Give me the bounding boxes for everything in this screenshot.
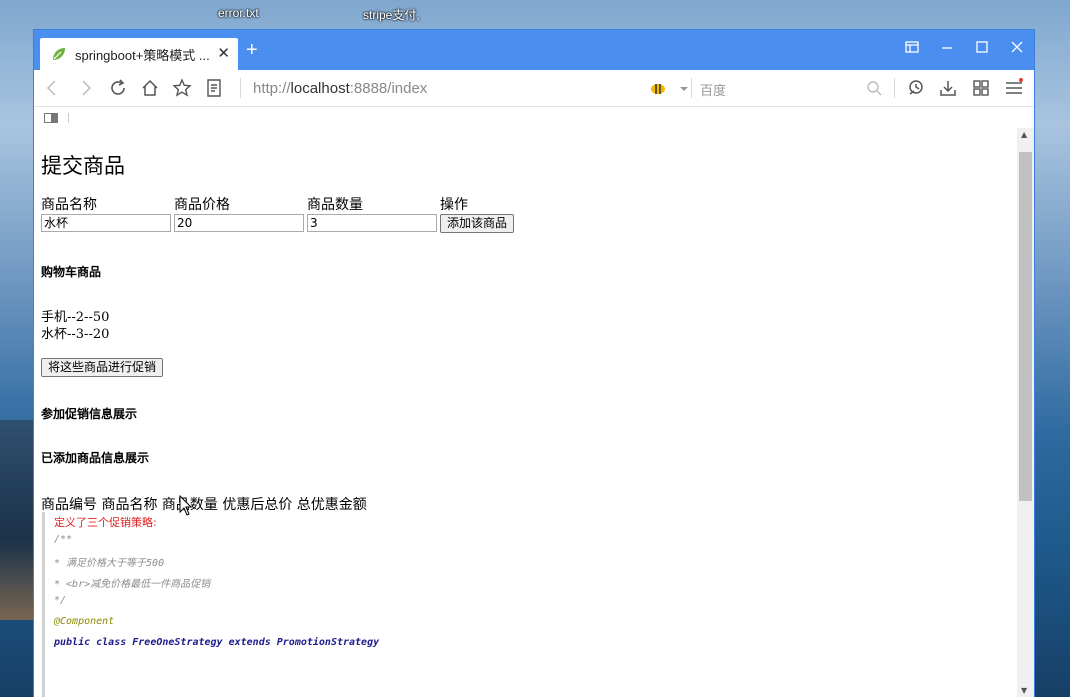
nav-toolbar: http://localhost:8888/index 百度 (34, 70, 1034, 107)
close-window-icon[interactable] (1010, 40, 1024, 54)
product-price-input[interactable]: 20 (174, 214, 304, 232)
minimize-icon[interactable] (940, 40, 954, 54)
star-icon[interactable] (172, 78, 192, 98)
bookmarks-bar (34, 107, 1034, 129)
search-input[interactable]: 百度 (700, 80, 726, 99)
history-icon[interactable] (906, 78, 926, 98)
product-name-input[interactable]: 水杯 (41, 214, 171, 232)
back-icon[interactable] (42, 78, 62, 98)
reload-icon[interactable] (108, 78, 128, 98)
mouse-cursor-icon (179, 495, 193, 516)
code-line: /** (54, 534, 73, 545)
download-icon[interactable] (938, 78, 958, 98)
sidebar-toggle-icon[interactable] (44, 113, 58, 123)
toolbar-divider (240, 78, 241, 98)
code-line: */ (54, 595, 67, 606)
header-action: 操作 (440, 197, 468, 213)
tab-active[interactable]: springboot+策略模式 ... ✕ (40, 38, 238, 70)
vertical-scrollbar[interactable]: ▲ ▼ (1017, 128, 1034, 697)
desktop-icon-stripe[interactable]: stripe支付, (363, 6, 420, 23)
url-host: localhost (290, 80, 350, 97)
url-prefix: http:// (253, 80, 291, 97)
bee-extension-icon[interactable] (648, 78, 668, 98)
added-info-heading: 已添加商品信息展示 (41, 451, 150, 465)
cart-item: 水杯--3--20 (41, 327, 110, 342)
code-line: @Component (54, 616, 115, 627)
page-title: 提交商品 (41, 154, 125, 178)
tab-close-icon[interactable]: ✕ (217, 45, 230, 61)
code-overlay: 定义了三个促销策略: /** * 满足价格大于等于500 * <br>减免价格最… (42, 512, 445, 697)
forward-icon[interactable] (76, 78, 96, 98)
promote-button[interactable]: 将这些商品进行促销 (41, 358, 164, 377)
tab-title: springboot+策略模式 ... (75, 47, 210, 63)
add-product-button[interactable]: 添加该商品 (440, 214, 515, 233)
browser-window: springboot+策略模式 ... ✕ + http://localhost… (34, 30, 1034, 697)
scroll-up-icon[interactable]: ▲ (1021, 130, 1027, 139)
toolbar-divider (894, 78, 895, 98)
code-line: * 满足价格大于等于500 (54, 558, 165, 569)
bookmarks-divider (68, 113, 69, 123)
maximize-icon[interactable] (975, 40, 989, 54)
cart-heading: 购物车商品 (41, 265, 102, 279)
tab-list-icon[interactable] (905, 40, 919, 54)
new-tab-icon[interactable]: + (246, 40, 258, 60)
url-rest: :8888/index (349, 80, 428, 97)
product-quantity-input[interactable]: 3 (307, 214, 437, 232)
promo-info-heading: 参加促销信息展示 (41, 407, 138, 421)
title-bar: springboot+策略模式 ... ✕ + (34, 30, 1034, 70)
code-line: public class FreeOneStrategy extends Pro… (54, 637, 380, 648)
header-quantity: 商品数量 (307, 197, 363, 213)
home-icon[interactable] (140, 78, 160, 98)
spring-leaf-icon (53, 48, 65, 60)
reader-icon[interactable] (204, 78, 224, 98)
page-content: 提交商品 商品名称 商品价格 商品数量 操作 水杯 20 3 添加该商品 购物车… (34, 128, 1017, 697)
search-icon[interactable] (864, 78, 884, 98)
address-bar[interactable]: http://localhost:8888/index (253, 80, 427, 97)
toolbar-divider (691, 78, 692, 98)
scrollbar-thumb[interactable] (1019, 152, 1032, 501)
table-column-headers: 商品编号 商品名称 商品数量 优惠后总价 总优惠金额 (41, 497, 367, 513)
scroll-down-icon[interactable]: ▼ (1021, 686, 1027, 695)
code-line: * <br>减免价格最低一件商品促销 (54, 579, 211, 590)
desktop-icon-error-txt[interactable]: error.txt (218, 6, 259, 20)
code-caption: 定义了三个促销策略: (54, 516, 157, 529)
wallpaper-figure (0, 420, 34, 620)
menu-icon[interactable] (1004, 78, 1024, 98)
header-name: 商品名称 (41, 197, 97, 213)
apps-icon[interactable] (971, 78, 991, 98)
header-price: 商品价格 (174, 197, 230, 213)
